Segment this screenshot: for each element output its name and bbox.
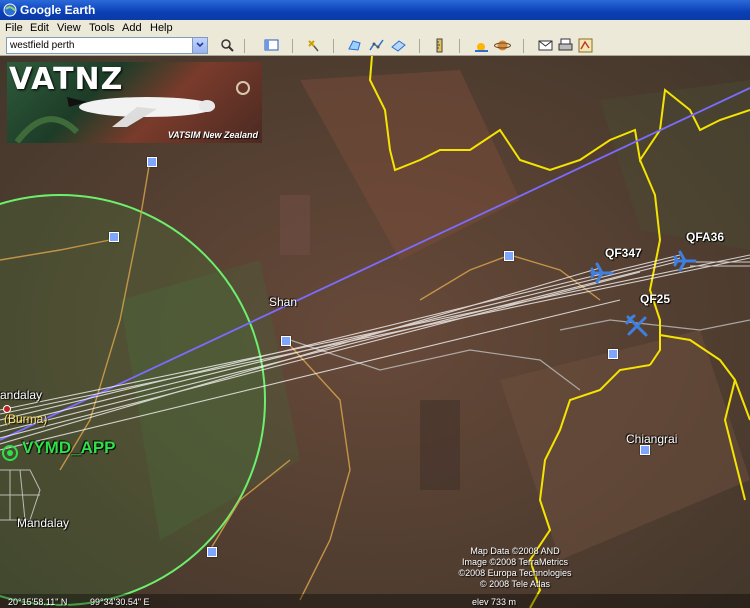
place-label-chiangrai: Chiangrai	[626, 432, 678, 446]
flight-label-qf347: QF347	[605, 246, 642, 260]
vatnz-logo: VATNZ VATSIM New Zealand	[7, 62, 262, 143]
menu-edit[interactable]: Edit	[30, 22, 49, 34]
sidebar-toggle-icon	[264, 39, 279, 51]
place-label-shan: Shan	[269, 295, 298, 309]
elevation-readout: elev 733 m	[472, 597, 517, 607]
menu-bar: File Edit View Tools Add Help	[0, 20, 750, 36]
placemark-marker[interactable]	[207, 547, 217, 557]
title-bar: Google Earth	[0, 0, 750, 20]
window-title: Google Earth	[20, 3, 96, 17]
status-bar: 20°15'58.11" N 99°34'30.54" E elev 733 m	[0, 594, 750, 608]
atc-label-vymd-app: VYMD_APP	[22, 438, 116, 457]
menu-help[interactable]: Help	[150, 22, 173, 34]
toolbar-separator	[244, 39, 245, 53]
longitude-readout: 99°34'30.54" E	[90, 597, 150, 607]
ruler-button[interactable]	[431, 37, 448, 54]
aircraft-icon[interactable]	[673, 249, 697, 273]
placemark-marker[interactable]	[640, 445, 650, 455]
credit-line: Map Data ©2008 AND	[470, 546, 560, 556]
placemark-marker[interactable]	[281, 336, 291, 346]
print-button[interactable]	[557, 37, 574, 54]
placemark-marker[interactable]	[504, 251, 514, 261]
placemark-marker[interactable]	[608, 349, 618, 359]
add-placemark-button[interactable]	[305, 37, 322, 54]
path-icon	[369, 39, 384, 51]
latitude-readout: 20°15'58.11" N	[8, 597, 68, 607]
sunlight-button[interactable]	[473, 37, 490, 54]
chevron-down-icon	[196, 42, 204, 48]
place-label-mandalay-top: andalay	[0, 388, 43, 402]
search-dropdown-button[interactable]	[192, 38, 207, 53]
placemark-marker[interactable]	[109, 232, 119, 242]
menu-add[interactable]: Add	[122, 22, 142, 34]
aircraft-icon[interactable]	[625, 314, 649, 338]
credit-line: © 2008 Tele Atlas	[479, 579, 550, 589]
ruler-icon	[436, 38, 443, 53]
map-credits: Map Data ©2008 AND Image ©2008 TerraMetr…	[440, 546, 590, 590]
email-button[interactable]	[537, 37, 554, 54]
menu-view[interactable]: View	[57, 22, 81, 34]
toolbar-separator	[523, 39, 524, 53]
aircraft-icon[interactable]	[590, 261, 614, 285]
google-maps-icon	[578, 38, 593, 53]
add-polygon-button[interactable]	[346, 37, 363, 54]
polygon-icon	[348, 40, 361, 51]
search-button[interactable]	[219, 37, 236, 54]
sunlight-icon	[475, 43, 488, 52]
credit-line: Image ©2008 TerraMetrics	[461, 557, 568, 567]
toolbar-separator	[459, 39, 460, 53]
credit-line: ©2008 Europa Technologies	[458, 568, 572, 578]
logo-subtitle: VATSIM New Zealand	[167, 130, 258, 140]
toolbar-separator	[419, 39, 420, 53]
placemark-marker[interactable]	[147, 157, 157, 167]
placemark-icon	[308, 40, 319, 52]
google-earth-icon	[3, 3, 17, 17]
image-overlay-icon	[391, 40, 406, 52]
map-view[interactable]: VATNZ VATSIM New Zealand Shan Chiangrai …	[0, 56, 750, 608]
google-maps-button[interactable]	[577, 37, 594, 54]
add-image-overlay-button[interactable]	[390, 37, 407, 54]
email-icon	[538, 40, 553, 51]
place-label-burma: (Burma)	[4, 412, 48, 426]
toolbar-separator	[292, 39, 293, 53]
print-icon	[558, 38, 573, 51]
city-dot	[3, 405, 11, 413]
sidebar-toggle-button[interactable]	[263, 37, 280, 54]
flight-label-qf25: QF25	[640, 292, 671, 306]
sky-button[interactable]	[494, 37, 511, 54]
logo-title: VATNZ	[9, 62, 124, 97]
sky-icon	[494, 40, 511, 51]
search-icon	[221, 39, 234, 52]
atc-station-icon[interactable]	[1, 444, 19, 462]
menu-file[interactable]: File	[5, 22, 23, 34]
search-input[interactable]	[7, 38, 192, 53]
place-label-mandalay: Mandalay	[17, 516, 70, 530]
menu-tools[interactable]: Tools	[89, 22, 115, 34]
flight-label-qfa36: QFA36	[686, 230, 725, 244]
toolbar	[0, 36, 750, 56]
add-path-button[interactable]	[368, 37, 385, 54]
search-box	[6, 37, 208, 54]
toolbar-separator	[333, 39, 334, 53]
